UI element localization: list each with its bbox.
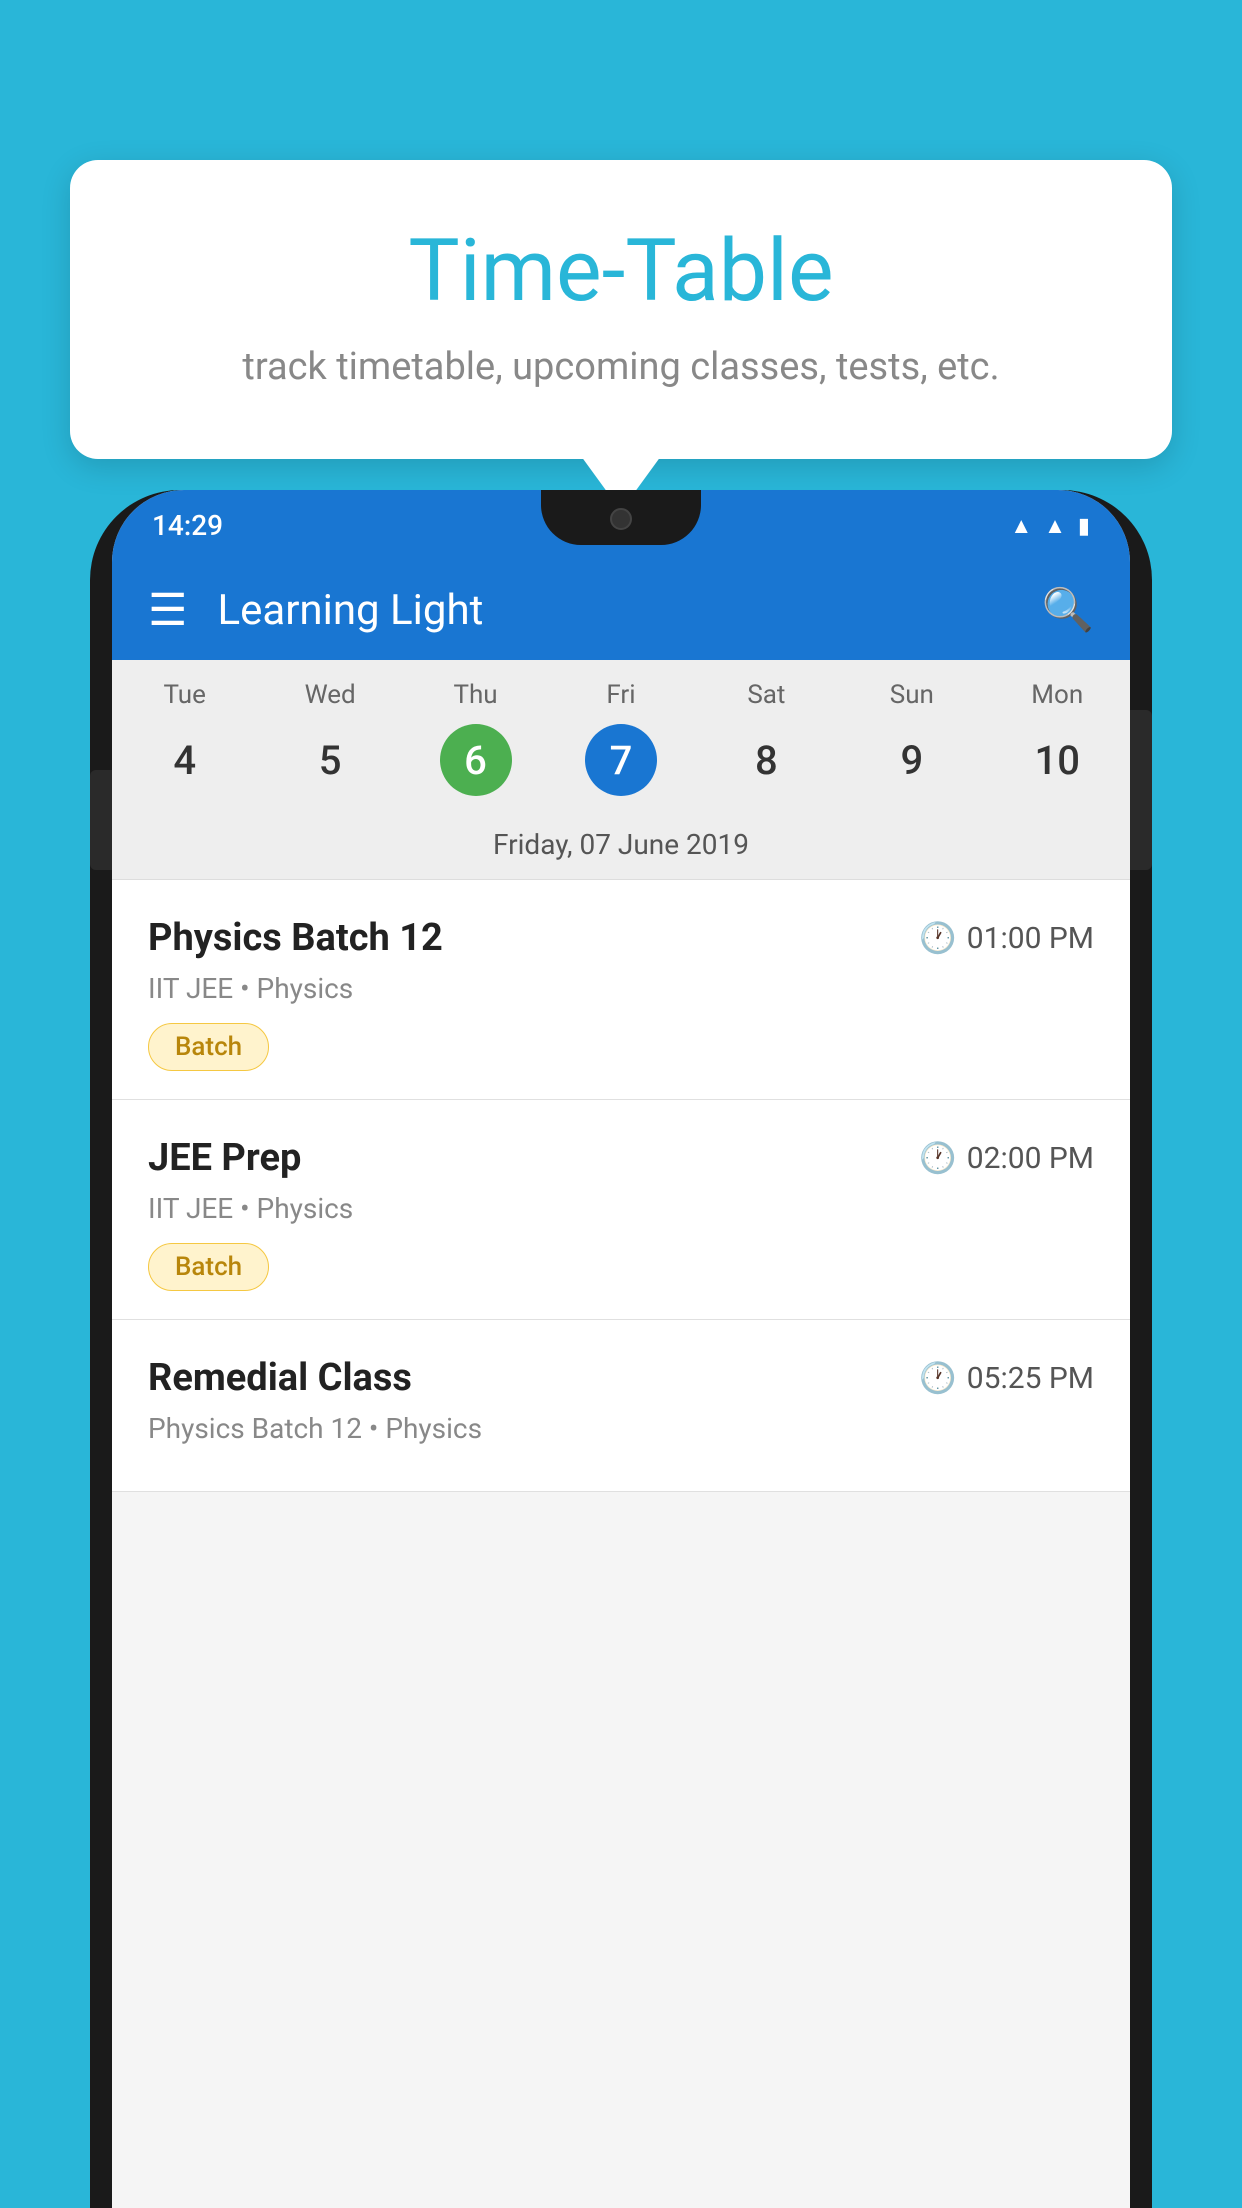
volume-button <box>90 770 112 870</box>
wifi-icon <box>1010 510 1032 540</box>
search-icon[interactable]: 🔍 <box>1042 586 1094 635</box>
schedule-item[interactable]: Physics Batch 12 🕐 01:00 PM IIT JEE • Physi… <box>112 880 1130 1100</box>
day-name: Thu <box>453 680 497 710</box>
day-col-mon[interactable]: Mon 10 <box>985 680 1130 814</box>
day-name: Tue <box>163 680 205 710</box>
schedule-time-text: 01:00 PM <box>967 921 1094 956</box>
day-name: Sat <box>747 680 785 710</box>
day-col-tue[interactable]: Tue 4 <box>112 680 257 814</box>
day-number[interactable]: 6 <box>440 724 512 796</box>
phone-screen: 14:29 ☰ Learning Light 🔍 Tue 4 Wed 5 Thu 6 Fri… <box>112 490 1130 2208</box>
day-number[interactable]: 8 <box>730 724 802 796</box>
day-number[interactable]: 9 <box>876 724 948 796</box>
tooltip-title: Time-Table <box>150 220 1092 321</box>
menu-icon[interactable]: ☰ <box>148 588 187 632</box>
notch <box>541 490 701 545</box>
day-number[interactable]: 10 <box>1021 724 1093 796</box>
schedule-subtitle: Physics Batch 12 • Physics <box>148 1412 1094 1445</box>
status-icons <box>1010 510 1090 540</box>
day-col-sun[interactable]: Sun 9 <box>839 680 984 814</box>
selected-date-label: Friday, 07 June 2019 <box>112 814 1130 880</box>
schedule-time-text: 02:00 PM <box>967 1141 1094 1176</box>
schedule-subtitle: IIT JEE • Physics <box>148 1192 1094 1225</box>
clock-icon: 🕐 <box>919 921 956 956</box>
day-number[interactable]: 5 <box>294 724 366 796</box>
day-number[interactable]: 4 <box>149 724 221 796</box>
tooltip-card: Time-Table track timetable, upcoming cla… <box>70 160 1172 459</box>
status-time: 14:29 <box>152 509 223 542</box>
schedule-subtitle: IIT JEE • Physics <box>148 972 1094 1005</box>
app-title: Learning Light <box>217 586 1011 635</box>
day-number[interactable]: 7 <box>585 724 657 796</box>
schedule-list: Physics Batch 12 🕐 01:00 PM IIT JEE • Physi… <box>112 880 1130 1492</box>
day-col-wed[interactable]: Wed 5 <box>257 680 402 814</box>
app-bar: ☰ Learning Light 🔍 <box>112 560 1130 660</box>
front-camera <box>610 508 632 530</box>
tooltip-subtitle: track timetable, upcoming classes, tests… <box>150 345 1092 389</box>
day-col-sat[interactable]: Sat 8 <box>694 680 839 814</box>
schedule-title: Physics Batch 12 <box>148 916 443 960</box>
schedule-title: JEE Prep <box>148 1136 301 1180</box>
signal-icon <box>1044 510 1066 540</box>
schedule-time-text: 05:25 PM <box>967 1361 1094 1396</box>
day-name: Fri <box>606 680 635 710</box>
day-col-fri[interactable]: Fri 7 <box>548 680 693 814</box>
status-bar: 14:29 <box>112 490 1130 560</box>
schedule-title: Remedial Class <box>148 1356 412 1400</box>
phone-frame: 14:29 ☰ Learning Light 🔍 Tue 4 Wed 5 Thu 6 Fri… <box>90 490 1152 2208</box>
day-name: Wed <box>305 680 356 710</box>
battery-icon <box>1078 510 1090 540</box>
batch-badge: Batch <box>148 1243 269 1291</box>
day-name: Sun <box>890 680 934 710</box>
day-name: Mon <box>1031 680 1083 710</box>
batch-badge: Batch <box>148 1023 269 1071</box>
day-col-thu[interactable]: Thu 6 <box>403 680 548 814</box>
clock-icon: 🕐 <box>919 1141 956 1176</box>
clock-icon: 🕐 <box>919 1361 956 1396</box>
schedule-item[interactable]: JEE Prep 🕐 02:00 PM IIT JEE • Physics Batch <box>112 1100 1130 1320</box>
calendar-week: Tue 4 Wed 5 Thu 6 Fri 7 Sat 8 Sun 9 Mon 10 <box>112 660 1130 814</box>
power-button <box>1130 710 1152 870</box>
schedule-item[interactable]: Remedial Class 🕐 05:25 PM Physics Batch 12 … <box>112 1320 1130 1492</box>
